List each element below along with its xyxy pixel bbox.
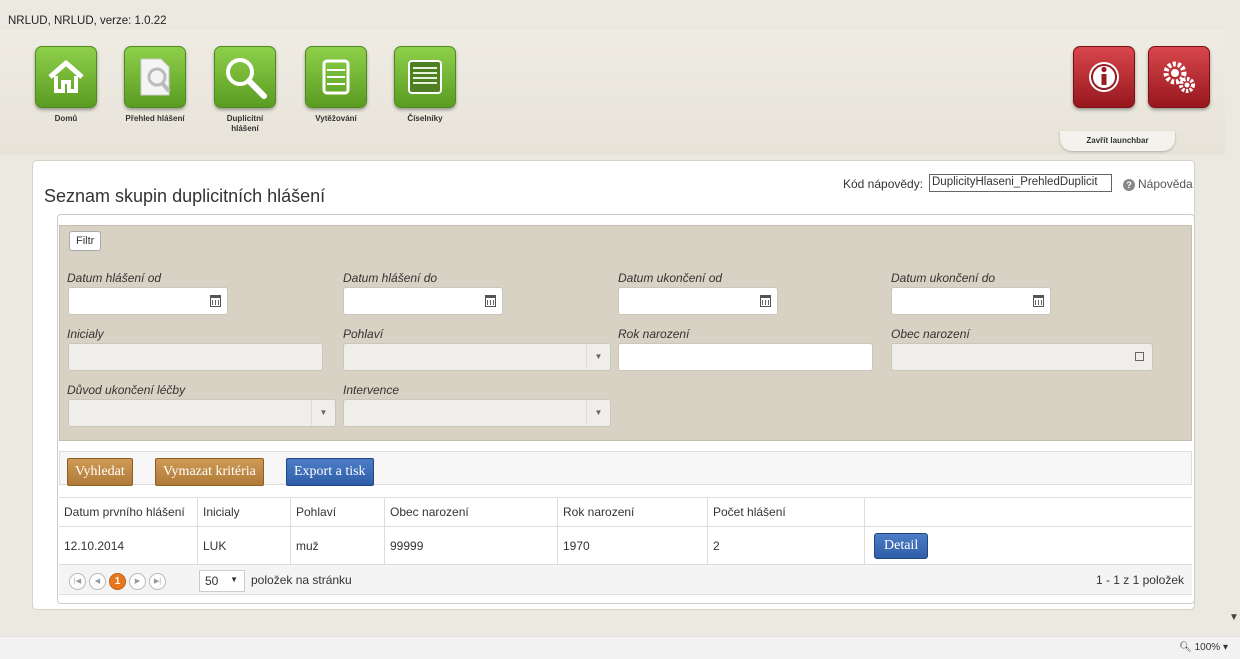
status-bar: 🔍︎ 100% ▾	[0, 636, 1240, 659]
settings-button[interactable]	[1148, 46, 1210, 108]
launch-mining[interactable]: Vytěžování	[305, 46, 367, 124]
label-datum-ukonceni-od: Datum ukončení od	[618, 271, 723, 285]
grid-header: Datum prvního hlášení Inicialy Pohlaví O…	[59, 497, 1192, 527]
detail-button[interactable]: Detail	[874, 532, 929, 559]
zoom-value: 100%	[1194, 642, 1221, 653]
zoom-icon: 🔍︎	[1179, 642, 1192, 653]
datum-ukonceni-do-input[interactable]	[891, 287, 1051, 315]
label-rok-narozeni: Rok narození	[618, 327, 690, 341]
zoom-level[interactable]: 🔍︎ 100% ▾	[1179, 642, 1228, 653]
label-pohlavi: Pohlaví	[343, 327, 384, 341]
info-icon	[1073, 46, 1135, 108]
launch-home[interactable]: Domů	[35, 46, 97, 124]
column-header[interactable]: Počet hlášení	[707, 498, 864, 526]
obec-narozeni-input[interactable]	[891, 343, 1153, 371]
list-icon	[305, 46, 367, 108]
cell-inicialy: LUK	[197, 527, 290, 564]
column-header[interactable]: Pohlaví	[290, 498, 384, 526]
page-size-value: 50	[205, 574, 219, 588]
launch-reports[interactable]: Přehled hlášení	[124, 46, 186, 124]
first-page-icon[interactable]: |◀	[69, 573, 86, 590]
next-page-icon[interactable]: ▶	[129, 573, 146, 590]
label-obec-narozeni: Obec narození	[891, 327, 970, 341]
label-datum-hlaseni-do: Datum hlášení do	[343, 271, 438, 285]
launch-mining-label: Vytěžování	[315, 114, 357, 123]
document-search-icon	[124, 46, 186, 108]
prev-page-icon[interactable]: ◀	[89, 573, 106, 590]
magnifier-icon	[214, 46, 276, 108]
help-code-label: Kód nápovědy:	[843, 177, 924, 191]
launch-home-label: Domů	[54, 114, 78, 123]
per-page-label: položek na stránku	[251, 573, 352, 587]
cell-pocet: 2	[707, 527, 864, 564]
popup-icon[interactable]	[1135, 352, 1144, 361]
label-inicialy: Inicialy	[67, 327, 104, 341]
info-button[interactable]	[1073, 46, 1135, 108]
filter-legend: Filtr	[69, 231, 102, 251]
launchbar: Domů Přehled hlášení Duplicitní hlášení …	[0, 30, 1225, 155]
column-header[interactable]: Rok narození	[557, 498, 707, 526]
chevron-down-icon[interactable]: ▼	[311, 400, 335, 426]
column-header[interactable]: Obec narození	[384, 498, 557, 526]
chevron-down-icon[interactable]: ▼	[586, 344, 610, 370]
rok-narozeni-input[interactable]	[618, 343, 873, 371]
launch-codebooks-label: Číselníky	[407, 114, 443, 123]
column-header[interactable]: Inicialy	[197, 498, 290, 526]
calendar-icon[interactable]	[485, 295, 496, 307]
pager-info: 1 - 1 z 1 položek	[1095, 573, 1184, 587]
calendar-icon[interactable]	[760, 295, 771, 307]
cell-datum: 12.10.2014	[64, 538, 125, 553]
datum-ukonceni-od-input[interactable]	[618, 287, 778, 315]
help-icon: ?	[1123, 179, 1135, 191]
calendar-icon[interactable]	[210, 295, 221, 307]
cell-obec: 99999	[384, 527, 557, 564]
table-row[interactable]: 12.10.2014 LUK muž 99999 1970 2 Detail	[59, 527, 1192, 565]
help-link[interactable]: ? Nápověda	[1123, 177, 1193, 191]
page-size-select[interactable]: 50 ▼	[199, 570, 245, 592]
label-datum-hlaseni-od: Datum hlášení od	[67, 271, 162, 285]
clear-criteria-button[interactable]: Vymazat kritéria	[155, 458, 264, 486]
calendar-icon[interactable]	[1033, 295, 1044, 307]
help-link-label: Nápověda	[1138, 177, 1193, 191]
datum-hlaseni-do-input[interactable]	[343, 287, 503, 315]
label-duvod-ukonceni: Důvod ukončení léčby	[67, 383, 186, 397]
launch-codebooks[interactable]: Číselníky	[394, 46, 456, 124]
pager: |◀ ◀ 1 ▶ ▶| 50 ▼ položek na stránku 1 - 1…	[59, 565, 1192, 595]
datum-hlaseni-od-input[interactable]	[68, 287, 228, 315]
cell-action: Detail	[864, 527, 1192, 564]
cell-pohlavi: muž	[290, 527, 384, 564]
chevron-down-icon[interactable]: ▼	[586, 400, 610, 426]
scroll-down-icon[interactable]: ▼	[1229, 612, 1239, 623]
label-datum-ukonceni-do: Datum ukončení do	[891, 271, 996, 285]
export-print-button[interactable]: Export a tisk	[286, 458, 374, 486]
inicialy-input[interactable]	[68, 343, 323, 371]
chevron-down-icon: ▼	[230, 575, 238, 584]
home-icon	[35, 46, 97, 108]
search-button[interactable]: Vyhledat	[67, 458, 133, 486]
app-title: NRLUD, NRLUD, verze: 1.0.22	[8, 15, 167, 27]
main-panel: Seznam skupin duplicitních hlášení Kód n…	[32, 160, 1195, 610]
gears-icon	[1148, 46, 1210, 108]
page-current[interactable]: 1	[109, 573, 126, 590]
pohlavi-select[interactable]: ▼	[343, 343, 611, 371]
close-launchbar-button[interactable]: Zavřít launchbar	[1060, 131, 1175, 151]
help-code-field[interactable]: DuplicityHlaseni_PrehledDuplicit	[929, 174, 1112, 192]
cell-rok: 1970	[557, 527, 707, 564]
column-header	[864, 498, 1192, 526]
label-intervence: Intervence	[343, 383, 400, 397]
last-page-icon[interactable]: ▶|	[149, 573, 166, 590]
column-header[interactable]: Datum prvního hlášení	[59, 498, 197, 526]
duvod-ukonceni-select[interactable]: ▼	[68, 399, 336, 427]
page-title: Seznam skupin duplicitních hlášení	[44, 186, 326, 206]
launch-duplicates[interactable]: Duplicitní hlášení	[214, 46, 276, 134]
launch-duplicates-label: Duplicitní hlášení	[226, 114, 264, 133]
launch-reports-label: Přehled hlášení	[125, 114, 185, 123]
intervence-select[interactable]: ▼	[343, 399, 611, 427]
codebook-icon	[394, 46, 456, 108]
